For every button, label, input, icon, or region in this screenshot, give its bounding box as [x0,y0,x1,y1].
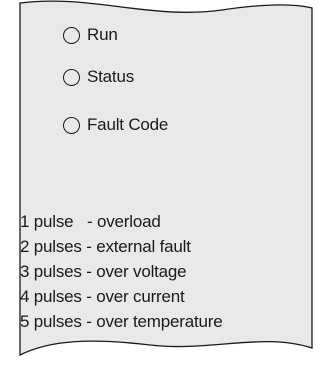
indicator-label-run: Run [87,25,118,44]
led-circle-icon [63,116,80,134]
indicator-status: Status [63,66,134,88]
indicator-label-fault-code: Fault Code [87,115,169,134]
led-circle-icon [63,68,80,86]
indicator-fault-code: Fault Code [63,114,168,136]
fault-code-line-5: 5 pulses - over temperature [20,312,223,331]
indicator-run: Run [63,24,118,46]
fault-code-line-3: 3 pulses - over voltage [20,262,187,281]
fault-code-line-1: 1 pulse - overload [20,212,161,231]
led-circle-icon [63,26,80,44]
indicator-label-status: Status [87,67,134,86]
fault-code-line-2: 2 pulses - external fault [20,237,191,256]
fault-code-line-4: 4 pulses - over current [20,287,185,306]
